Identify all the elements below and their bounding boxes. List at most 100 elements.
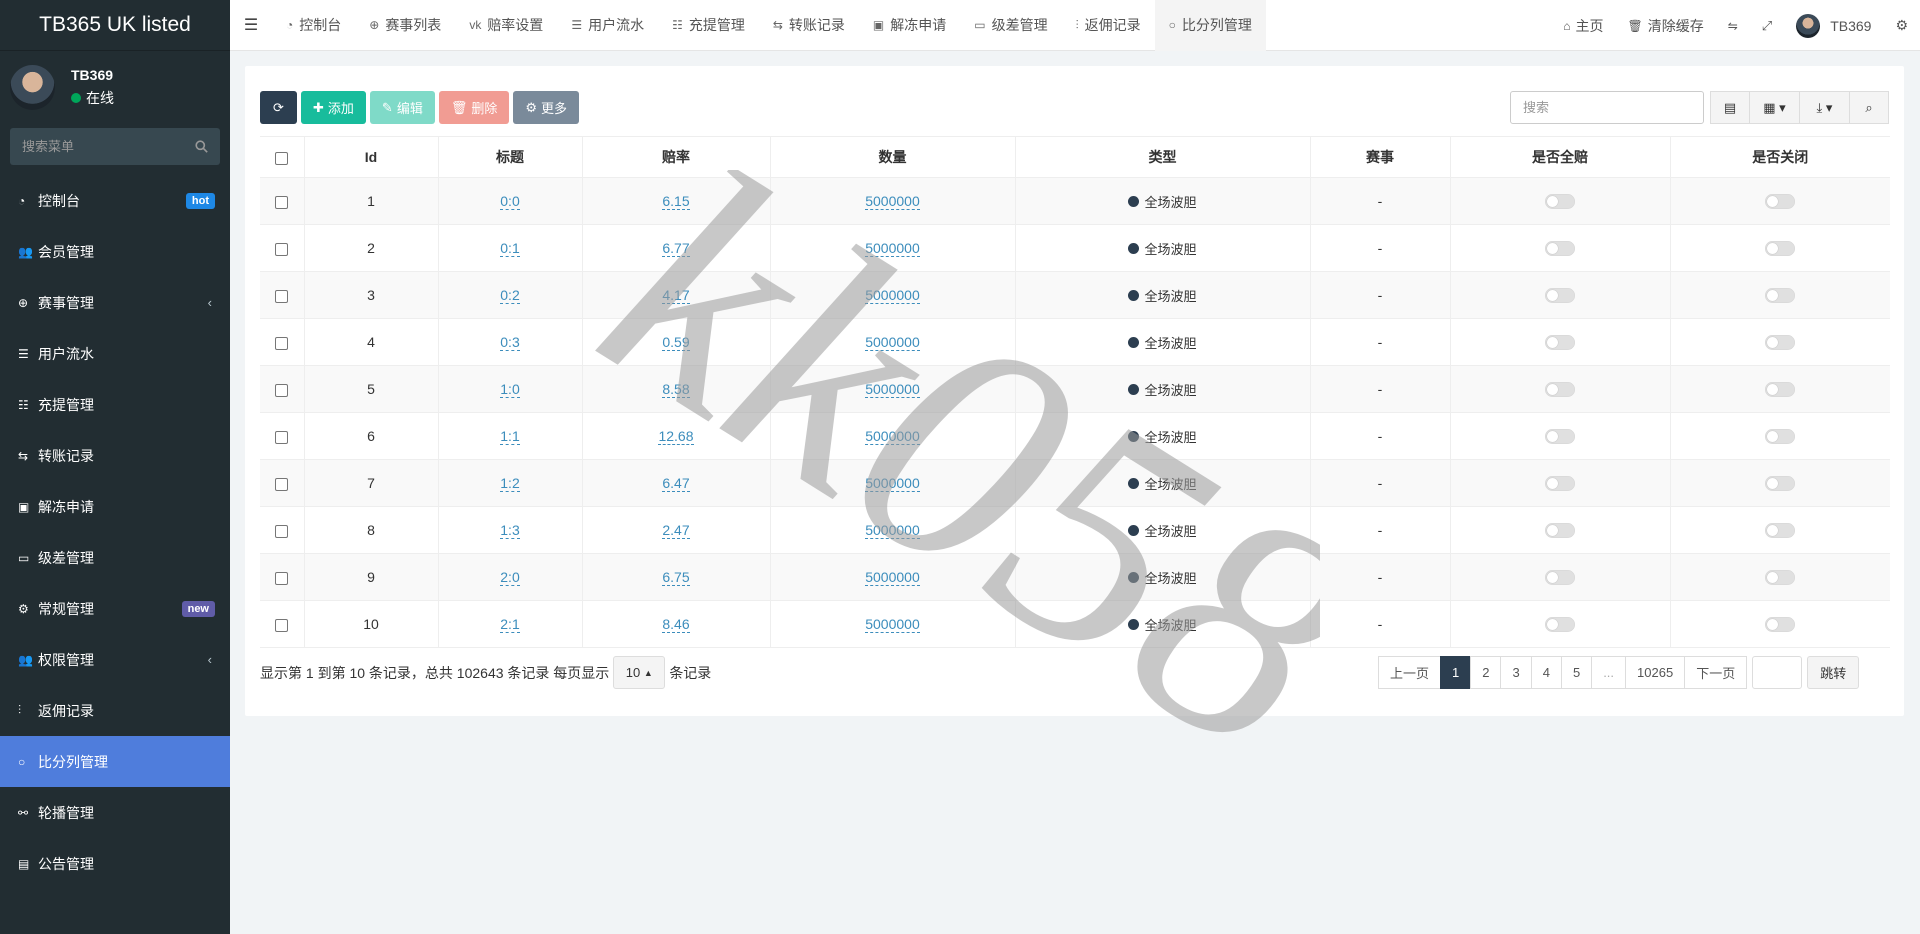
cell-quantity[interactable]: 5000000 (865, 616, 920, 633)
full-compensation-toggle[interactable] (1545, 429, 1575, 445)
full-compensation-toggle[interactable] (1545, 241, 1575, 257)
cell-odds[interactable]: 8.58 (662, 381, 690, 398)
per-page-select[interactable]: 10 ▲ (613, 656, 666, 689)
sidebar-item-dashboard[interactable]: ◔ 控制台 hot (0, 175, 230, 226)
tab-user-flow[interactable]: ☰ 用户流水 (557, 0, 658, 51)
full-compensation-toggle[interactable] (1545, 476, 1575, 492)
full-compensation-toggle[interactable] (1545, 570, 1575, 586)
sidebar-item-unfreeze[interactable]: ▣ 解冻申请 (0, 481, 230, 532)
add-button[interactable]: ✚ 添加 (301, 91, 366, 124)
cell-odds[interactable]: 6.47 (662, 475, 690, 492)
cell-quantity[interactable]: 5000000 (865, 381, 920, 398)
closed-toggle[interactable] (1765, 617, 1796, 633)
row-checkbox[interactable] (275, 383, 289, 397)
cell-title[interactable]: 1:2 (500, 475, 520, 492)
closed-toggle[interactable] (1765, 241, 1796, 257)
tab-dashboard[interactable]: ◔ 控制台 (272, 0, 355, 51)
jump-button[interactable]: 跳转 (1807, 656, 1860, 689)
page-4[interactable]: 4 (1530, 656, 1562, 689)
cell-title[interactable]: 2:1 (500, 616, 520, 633)
cell-title[interactable]: 0:0 (500, 193, 520, 210)
cell-title[interactable]: 0:3 (500, 334, 520, 351)
sidebar-item-commission[interactable]: ⫶ 返佣记录 (0, 685, 230, 736)
cell-quantity[interactable]: 5000000 (865, 287, 920, 304)
app-logo[interactable]: TB365 UK listed (0, 0, 230, 51)
closed-toggle[interactable] (1765, 194, 1796, 210)
row-checkbox[interactable] (275, 618, 289, 632)
closed-toggle[interactable] (1765, 429, 1796, 445)
hamburger-icon[interactable]: ☰ (230, 15, 272, 35)
sidebar-item-user-flow[interactable]: ☰ 用户流水 (0, 328, 230, 379)
cell-odds[interactable]: 8.46 (662, 616, 690, 633)
cell-quantity[interactable]: 5000000 (865, 522, 920, 539)
full-compensation-toggle[interactable] (1545, 288, 1575, 304)
select-all-checkbox[interactable] (275, 151, 289, 165)
delete-button[interactable]: 🗑 删除 (438, 91, 510, 124)
tab-transfer[interactable]: ⇆ 转账记录 (759, 0, 859, 51)
more-button[interactable]: ⚙ 更多 (513, 91, 580, 124)
row-checkbox[interactable] (275, 242, 289, 256)
sidebar-item-transfer[interactable]: ⇆ 转账记录 (0, 430, 230, 481)
sidebar-item-notice[interactable]: ▤ 公告管理 (0, 838, 230, 889)
cell-quantity[interactable]: 5000000 (865, 428, 920, 445)
header-type[interactable]: 类型 (1015, 136, 1311, 178)
page-1[interactable]: 1 (1440, 656, 1472, 689)
row-checkbox[interactable] (275, 524, 289, 538)
search-icon[interactable] (195, 140, 208, 153)
sidebar-item-permission[interactable]: 👥 权限管理 ‹ (0, 634, 230, 685)
row-checkbox[interactable] (275, 571, 289, 585)
cell-odds[interactable]: 0.59 (662, 334, 690, 351)
sidebar-item-carousel[interactable]: ⚯ 轮播管理 (0, 787, 230, 838)
columns-button[interactable]: ▦ ▾ (1750, 91, 1800, 124)
sidebar-item-members[interactable]: 👥 会员管理 (0, 226, 230, 277)
table-search-input[interactable] (1510, 91, 1704, 124)
jump-page-input[interactable] (1752, 656, 1803, 689)
settings-icon[interactable]: ⚙ (1883, 17, 1920, 34)
cell-odds[interactable]: 12.68 (658, 428, 694, 445)
cell-title[interactable]: 0:2 (500, 287, 520, 304)
full-compensation-toggle[interactable] (1545, 523, 1575, 539)
row-checkbox[interactable] (275, 477, 289, 491)
clear-cache-button[interactable]: 🗑 清除缓存 (1615, 16, 1715, 36)
tab-odds-settings[interactable]: vk 赔率设置 (455, 0, 557, 51)
toggle-view-button[interactable]: ▤ (1710, 91, 1750, 124)
cell-quantity[interactable]: 5000000 (865, 240, 920, 257)
header-odds[interactable]: 赔率 (582, 136, 771, 178)
row-checkbox[interactable] (275, 195, 289, 209)
page-5[interactable]: 5 (1560, 656, 1593, 689)
full-compensation-toggle[interactable] (1545, 617, 1575, 633)
home-link[interactable]: ⌂ 主页 (1551, 16, 1615, 36)
next-page-button[interactable]: 下一页 (1684, 656, 1748, 689)
menu-search-input[interactable] (22, 139, 192, 154)
sidebar-item-general[interactable]: ⚙ 常规管理 new (0, 583, 230, 634)
cell-odds[interactable]: 4.17 (662, 287, 690, 304)
closed-toggle[interactable] (1765, 288, 1796, 304)
full-compensation-toggle[interactable] (1545, 335, 1575, 351)
full-compensation-toggle[interactable] (1545, 382, 1575, 398)
refresh-button[interactable]: ⟳ (260, 91, 297, 124)
closed-toggle[interactable] (1765, 570, 1796, 586)
row-checkbox[interactable] (275, 430, 289, 444)
closed-toggle[interactable] (1765, 523, 1796, 539)
export-button[interactable]: ⤓ ▾ (1800, 91, 1850, 124)
tab-unfreeze[interactable]: ▣ 解冻申请 (859, 0, 960, 51)
cell-odds[interactable]: 2.47 (662, 522, 690, 539)
header-full-compensation[interactable]: 是否全赔 (1450, 136, 1671, 178)
page-2[interactable]: 2 (1470, 656, 1502, 689)
advanced-search-button[interactable]: ⌕ (1849, 91, 1889, 124)
page-3[interactable]: 3 (1500, 656, 1532, 689)
sidebar-item-score[interactable]: ○ 比分列管理 (0, 736, 230, 787)
tab-level[interactable]: ▭ 级差管理 (960, 0, 1061, 51)
sidebar-item-deposit[interactable]: ☷ 充提管理 (0, 379, 230, 430)
header-closed[interactable]: 是否关闭 (1670, 136, 1890, 178)
tab-score[interactable]: ○ 比分列管理 (1154, 0, 1266, 51)
translate-icon[interactable]: ⇋ (1716, 19, 1750, 33)
cell-odds[interactable]: 6.15 (662, 193, 690, 210)
sidebar-item-events[interactable]: ⊕ 赛事管理 ‹ (0, 277, 230, 328)
page-last[interactable]: 10265 (1625, 656, 1686, 689)
cell-quantity[interactable]: 5000000 (865, 475, 920, 492)
tab-deposit[interactable]: ☷ 充提管理 (658, 0, 759, 51)
fullscreen-icon[interactable]: ⤢ (1750, 18, 1784, 34)
cell-title[interactable]: 1:1 (500, 428, 520, 445)
row-checkbox[interactable] (275, 336, 289, 350)
